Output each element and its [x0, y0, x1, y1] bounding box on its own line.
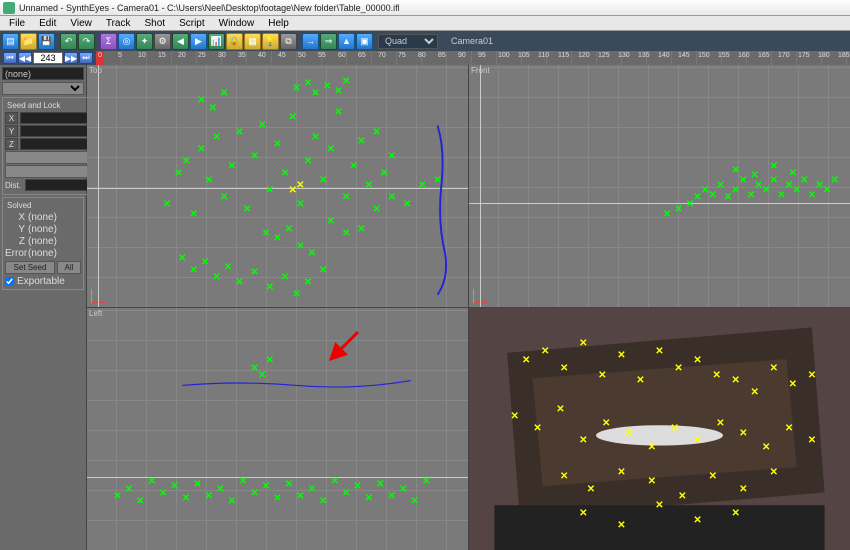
tracker-select[interactable] [2, 82, 84, 95]
feature-icon[interactable]: ◎ [118, 33, 135, 50]
z-label: Z [5, 138, 18, 150]
all-button[interactable]: All [57, 261, 81, 274]
viewports: Top ✕✕✕✕✕✕✕✕✕✕✕✕✕✕✕✕✕✕✕✕✕✕✕✕✕✕✕✕✕✕✕✕✕✕✕✕… [87, 65, 850, 550]
titlebar: Unnamed - SynthEyes - Camera01 - C:\User… [0, 0, 850, 16]
viewport-camera[interactable]: ✕✕✕✕✕✕✕✕✕✕✕✕✕✕✕✕✕✕✕✕✕✕✕✕✕✕✕✕✕✕✕✕✕✕✕✕✕✕✕✕… [469, 308, 850, 550]
solved-y-label: Y [5, 224, 25, 235]
solved-y-value: (none) [28, 224, 57, 235]
timeline-ruler[interactable]: 0510152025303540455055606570758085909510… [96, 51, 850, 65]
track-forward-icon[interactable]: ⇒ [320, 33, 337, 50]
axis-indicator-icon [473, 285, 491, 303]
viewport-top[interactable]: Top ✕✕✕✕✕✕✕✕✕✕✕✕✕✕✕✕✕✕✕✕✕✕✕✕✕✕✕✕✕✕✕✕✕✕✕✕… [87, 65, 468, 307]
solved-x-value: (none) [28, 212, 57, 223]
viewport-icon[interactable]: ▦ [244, 33, 261, 50]
current-frame-input[interactable] [33, 52, 63, 64]
left-icon[interactable]: ◀ [172, 33, 189, 50]
viewport-top-label: Top [89, 66, 102, 75]
menubar: File Edit View Track Shot Script Window … [0, 16, 850, 31]
exportable-checkbox[interactable] [5, 277, 14, 286]
open-icon[interactable]: 📁 [20, 33, 37, 50]
menu-help[interactable]: Help [261, 17, 296, 30]
solver-icon[interactable]: ⚙ [154, 33, 171, 50]
y-label: Y [5, 125, 18, 137]
viewport-front[interactable]: Front ✕✕✕✕✕✕✕✕✕✕✕✕✕✕✕✕✕✕✕✕✕✕✕✕✕✕ [469, 65, 850, 307]
menu-script[interactable]: Script [172, 17, 212, 30]
tracker-name-input[interactable] [2, 67, 84, 80]
axis-indicator-icon [91, 285, 109, 303]
timeline: ⏮ ◀◀ ▶▶ ⏭ 051015202530354045505560657075… [0, 51, 850, 65]
save-icon[interactable]: 💾 [38, 33, 55, 50]
set-seed-button[interactable]: Set Seed [5, 261, 55, 274]
prefs-icon[interactable]: ⧉ [280, 33, 297, 50]
error-label: Error [5, 248, 25, 259]
prev-key-icon[interactable]: ◀◀ [18, 52, 32, 64]
menu-file[interactable]: File [2, 17, 32, 30]
play-icon[interactable]: → [302, 33, 319, 50]
menu-edit[interactable]: Edit [32, 17, 63, 30]
app-icon [3, 2, 15, 14]
graph-icon[interactable]: 📊 [208, 33, 225, 50]
menu-view[interactable]: View [63, 17, 99, 30]
tracker-icon[interactable]: ✦ [136, 33, 153, 50]
window-title: Unnamed - SynthEyes - Camera01 - C:\User… [19, 3, 400, 13]
view-layout-select[interactable]: Quad [378, 34, 438, 49]
undo-icon[interactable]: ↶ [60, 33, 77, 50]
solved-z-value: (none) [28, 236, 57, 247]
export-icon[interactable]: ▣ [356, 33, 373, 50]
menu-track[interactable]: Track [99, 17, 138, 30]
toolbar: ▤ 📁 💾 ↶ ↷ Σ ◎ ✦ ⚙ ◀ ▶ 📊 🔒 ▦ 💡 ⧉ → ⇒ ▲ ▣ … [0, 31, 850, 51]
solved-panel: Solved X(none) Y(none) Z(none) Error(non… [2, 197, 84, 290]
light-icon[interactable]: 💡 [262, 33, 279, 50]
menu-shot[interactable]: Shot [138, 17, 173, 30]
first-frame-icon[interactable]: ⏮ [3, 52, 17, 64]
summary-icon[interactable]: Σ [100, 33, 117, 50]
camera-label: Camera01 [451, 36, 493, 46]
seed-lock-title: Seed and Lock [5, 101, 62, 110]
viewport-front-label: Front [471, 66, 490, 75]
sidebar: Seed and Lock X▲▼ Y▲▼ Z▲▼ Dist.▲▼ Solved… [0, 65, 87, 550]
menu-window[interactable]: Window [212, 17, 262, 30]
viewport-left[interactable]: Left ✕✕✕✕✕✕✕✕✕✕✕✕✕✕✕✕✕✕✕✕✕✕✕✕✕✕✕✕✕✕✕ [87, 308, 468, 550]
redo-icon[interactable]: ↷ [78, 33, 95, 50]
lock-icon[interactable]: 🔒 [226, 33, 243, 50]
x-label: X [5, 112, 18, 124]
next-key-icon[interactable]: ▶▶ [64, 52, 78, 64]
last-frame-icon[interactable]: ⏭ [79, 52, 93, 64]
dist-label: Dist. [5, 181, 23, 190]
solved-title: Solved [5, 201, 33, 210]
mesh-icon[interactable]: ▲ [338, 33, 355, 50]
exportable-label: Exportable [17, 276, 65, 287]
solved-z-label: Z [5, 236, 25, 247]
right-icon[interactable]: ▶ [190, 33, 207, 50]
solved-x-label: X [5, 212, 25, 223]
viewport-left-label: Left [89, 309, 102, 318]
error-value: (none) [28, 248, 57, 259]
new-icon[interactable]: ▤ [2, 33, 19, 50]
